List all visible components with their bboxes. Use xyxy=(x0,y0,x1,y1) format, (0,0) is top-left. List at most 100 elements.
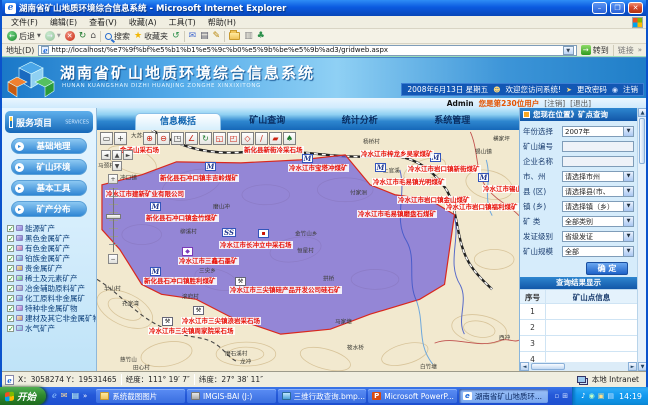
taskbar-item-drive[interactable]: IMGIS-BAI (J:) xyxy=(187,389,276,403)
mine-marker[interactable]: M xyxy=(205,162,216,171)
tray-volume-icon[interactable]: ♪ xyxy=(581,392,585,400)
chevron-down-icon[interactable]: ▼ xyxy=(623,247,633,256)
stop-button[interactable]: ✕ xyxy=(65,31,75,41)
messenger-button[interactable]: ♣ xyxy=(257,31,265,41)
scroll-right-icon[interactable]: ► xyxy=(628,362,637,371)
back-dropdown-icon[interactable]: ▼ xyxy=(37,31,41,41)
quick-launch-mail-icon[interactable]: ✉ xyxy=(61,391,68,401)
checkbox-checked-icon[interactable]: ✓ xyxy=(7,225,14,232)
change-password-link[interactable]: 更改密码 xyxy=(577,84,607,95)
menu-tools[interactable]: 工具(T) xyxy=(163,17,202,28)
mineral-item[interactable]: ✓贵金属矿产 xyxy=(2,263,96,273)
mine-label[interactable]: 新化县新街冷采石场 xyxy=(243,146,304,154)
title-bar[interactable]: e 湖南省矿山地质环境综合信息系统 - Microsoft Internet E… xyxy=(2,0,646,16)
mine-marker[interactable]: M xyxy=(150,202,161,211)
mineral-item[interactable]: ✓有色金属矿产 xyxy=(2,243,96,253)
zoom-slider-track[interactable] xyxy=(109,188,118,252)
county-select[interactable]: 请选择县(市、▼ xyxy=(562,186,634,197)
exit-link[interactable]: [退出] xyxy=(570,98,591,109)
taskbar-item-ie-active[interactable]: e湖南省矿山地质环... xyxy=(459,389,548,403)
pan-up-button[interactable]: ▲ xyxy=(112,150,122,160)
zoom-slider-plus-button[interactable]: + xyxy=(108,174,118,184)
mine-label[interactable]: 冷水江市三尖镇硅产品开发公司硅石矿 xyxy=(229,286,342,294)
table-row[interactable]: 1 xyxy=(520,304,637,320)
links-more-icon[interactable]: » xyxy=(638,46,642,54)
clear-selection-button[interactable]: ◰ xyxy=(227,132,240,145)
logoff-link[interactable]: [注销] xyxy=(544,98,565,109)
checkbox-checked-icon[interactable]: ✓ xyxy=(7,325,14,332)
menu-view[interactable]: 查看(V) xyxy=(83,17,123,28)
home-button[interactable]: ⌂ xyxy=(90,31,96,41)
checkbox-checked-icon[interactable]: ✓ xyxy=(7,255,14,262)
forward-button[interactable]: → ▼ xyxy=(45,31,61,41)
mineral-item[interactable]: ✓黑色金属矿产 xyxy=(2,233,96,243)
mine-marker[interactable]: M xyxy=(375,163,386,172)
search-button[interactable]: 搜索 xyxy=(105,31,130,42)
measure-tool-button[interactable]: ∠ xyxy=(185,132,198,145)
pan-tool-button[interactable]: ◳ xyxy=(171,132,184,145)
stone-pit-marker[interactable]: ▪ xyxy=(258,229,269,238)
checkbox-checked-icon[interactable]: ✓ xyxy=(7,235,14,242)
mine-label[interactable]: 新化县石冲口镇胜利煤矿 xyxy=(143,277,217,285)
chevron-down-icon[interactable]: ▼ xyxy=(623,127,633,136)
map-area[interactable]: ▭ + ⊕ ⊖ ◳ ∠ ↻ ◱ ◰ ◇ ∕ ▰ ♠ xyxy=(97,130,519,371)
chevron-down-icon[interactable]: ▼ xyxy=(623,187,633,196)
close-button[interactable]: ✕ xyxy=(628,2,643,14)
mineral-item[interactable]: ✓化工原料非金属矿 xyxy=(2,293,96,303)
refresh-map-button[interactable]: ↻ xyxy=(199,132,212,145)
mineral-item[interactable]: ✓铂族金属矿产 xyxy=(2,253,96,263)
menu-help[interactable]: 帮助(H) xyxy=(202,17,242,28)
mine-label[interactable]: 冷水江市三鑫石墨矿 xyxy=(178,257,239,265)
mine-label[interactable]: 冷水江市岩口镇新街煤矿 xyxy=(407,165,481,173)
favorites-button[interactable]: ★ 收藏夹 xyxy=(134,31,168,42)
pick-marker[interactable]: ⚒ xyxy=(193,306,204,315)
mineral-item[interactable]: ✓能源矿产 xyxy=(2,223,96,233)
tab-info-overview[interactable]: 信息概括 xyxy=(135,113,221,130)
mine-label[interactable]: 冷水江市岩口镇福利煤矿 xyxy=(445,203,519,211)
mineral-item[interactable]: ✓冶金辅助原料矿产 xyxy=(2,283,96,293)
address-input[interactable]: e http://localhost/%e7%9f%bf%e5%b1%b1%e5… xyxy=(38,45,576,56)
folder-button[interactable] xyxy=(229,32,240,40)
pick-marker[interactable]: ⚒ xyxy=(162,317,173,326)
select-tool-button[interactable]: ▭ xyxy=(100,132,113,145)
taskbar-item-bmp-image[interactable]: 三维行政查询.bmp... xyxy=(278,389,367,403)
tab-system-admin[interactable]: 系统管理 xyxy=(406,113,499,130)
back-button[interactable]: ← 后退 ▼ xyxy=(7,31,41,42)
address-dropdown-icon[interactable]: ▼ xyxy=(563,46,574,55)
checkbox-checked-icon[interactable]: ✓ xyxy=(7,305,14,312)
print-button[interactable]: ▤ xyxy=(200,31,209,41)
zoom-out-button[interactable]: ⊖ xyxy=(157,132,170,145)
mine-marker[interactable]: M xyxy=(302,154,313,163)
taskbar-item-powerpoint[interactable]: PMicrosoft PowerP... xyxy=(368,389,457,403)
minimize-button[interactable]: – xyxy=(592,2,607,14)
vertical-scrollbar[interactable]: ▲ ▼ xyxy=(637,108,646,371)
refresh-button[interactable]: ↻ xyxy=(79,31,87,41)
mineral-item[interactable]: ✓建材及其它非金属矿物 xyxy=(2,313,96,323)
horizontal-scrollbar[interactable]: ◄ ► xyxy=(520,362,637,371)
mine-label[interactable]: 冷水江市宝塔冲煤矿 xyxy=(288,164,349,172)
go-button[interactable]: → 转到 xyxy=(581,45,609,56)
mineral-item[interactable]: ✓特种非金属矿物 xyxy=(2,303,96,313)
scroll-down-icon[interactable]: ▼ xyxy=(638,362,646,371)
tray-update-icon[interactable]: ▣ xyxy=(598,392,605,400)
menu-edit[interactable]: 编辑(E) xyxy=(44,17,83,28)
mine-label[interactable]: 新化县石冲口镇金竹煤矿 xyxy=(145,214,219,222)
zoom-in-button[interactable]: ⊕ xyxy=(143,132,156,145)
quick-launch-more-icon[interactable]: » xyxy=(83,391,87,401)
mineral-item[interactable]: ✓水气矿产 xyxy=(2,323,96,333)
mineral-item[interactable]: ✓稀土及元素矿产 xyxy=(2,273,96,283)
year-select[interactable]: 2007年▼ xyxy=(562,126,634,137)
history-button[interactable]: ↺ xyxy=(172,31,180,41)
sidebar-section-basic-geography[interactable]: ▸ 基础地理 xyxy=(11,138,87,154)
chevron-down-icon[interactable]: ▼ xyxy=(623,217,633,226)
confirm-button[interactable]: 确 定 xyxy=(586,262,628,275)
chevron-down-icon[interactable]: ▼ xyxy=(623,202,633,211)
chevron-down-icon[interactable]: ▼ xyxy=(623,172,633,181)
license-level-select[interactable]: 省级发证▼ xyxy=(562,231,634,242)
legend-tree-button[interactable]: ♠ xyxy=(283,132,296,145)
mine-label[interactable]: 冷水江市长冲立中采石场 xyxy=(219,241,293,249)
mine-label[interactable]: 冷水江市毛易镇光明煤矿 xyxy=(372,178,446,186)
checkbox-checked-icon[interactable]: ✓ xyxy=(7,265,14,272)
eraser-button[interactable]: ▰ xyxy=(269,132,282,145)
tab-mine-query[interactable]: 矿山查询 xyxy=(221,113,314,130)
